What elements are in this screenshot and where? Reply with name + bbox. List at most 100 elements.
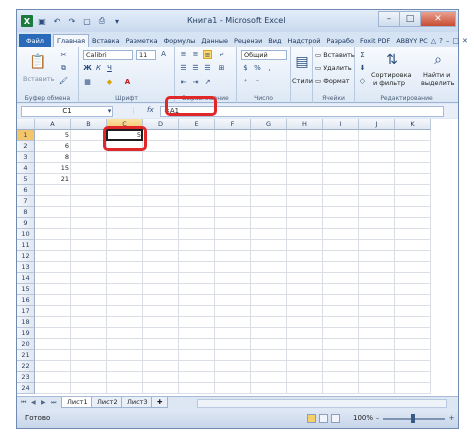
fill-icon[interactable]: ⬇ <box>358 64 367 73</box>
column-header-h[interactable]: H <box>287 119 323 130</box>
doc-minimize-icon[interactable]: – <box>446 37 450 45</box>
formula-bar-handle-icon[interactable]: ⋮ <box>129 107 138 116</box>
tab-page-layout[interactable]: Разметка <box>123 34 161 47</box>
prev-sheet-icon[interactable]: ◀ <box>31 399 36 406</box>
tab-data[interactable]: Данные <box>198 34 231 47</box>
grow-font-icon[interactable]: A <box>159 50 168 59</box>
decrease-indent-icon[interactable]: ⇤ <box>179 78 188 87</box>
tab-addins[interactable]: Надстрой <box>284 34 323 47</box>
sheet-tab-1[interactable]: Лист1 <box>61 397 94 408</box>
merge-cells-icon[interactable]: ⊞ <box>217 64 226 73</box>
column-header-a[interactable]: A <box>35 119 71 130</box>
column-header-j[interactable]: J <box>359 119 395 130</box>
redo-icon[interactable]: ↷ <box>66 15 78 27</box>
align-center-icon[interactable]: ☰ <box>191 64 200 73</box>
column-header-b[interactable]: B <box>71 119 107 130</box>
column-header-g[interactable]: G <box>251 119 287 130</box>
delete-cells-button[interactable]: ▭ Удалить <box>315 64 352 72</box>
align-left-icon[interactable]: ☰ <box>179 64 188 73</box>
styles-label[interactable]: Стили <box>292 77 313 85</box>
close-button[interactable]: ✕ <box>420 11 456 27</box>
sheet-tab-2[interactable]: Лист2 <box>91 397 124 408</box>
tab-foxit-pdf[interactable]: Foxit PDF <box>357 34 393 47</box>
row-header-15[interactable]: 15 <box>17 284 35 295</box>
row-header-1[interactable]: 1 <box>17 130 35 141</box>
align-top-icon[interactable]: ≡ <box>179 50 188 59</box>
thousands-icon[interactable]: , <box>265 64 274 73</box>
help-icon[interactable]: ? <box>439 37 443 45</box>
percent-icon[interactable]: % <box>253 64 262 73</box>
row-header-2[interactable]: 2 <box>17 141 35 152</box>
paste-label[interactable]: Вставить <box>23 75 54 83</box>
format-painter-icon[interactable]: 🖌 <box>59 77 68 86</box>
doc-restore-icon[interactable]: □ <box>452 37 459 45</box>
next-sheet-icon[interactable]: ▶ <box>41 399 46 406</box>
insert-cells-button[interactable]: ▭ Вставить <box>315 51 355 59</box>
zoom-level[interactable]: 100% <box>353 414 373 422</box>
row-header-24[interactable]: 24 <box>17 383 35 394</box>
styles-icon[interactable]: ▤ <box>293 53 311 71</box>
sort-filter-label-2[interactable]: и фильтр <box>373 79 405 87</box>
font-color-icon[interactable]: A <box>123 78 132 87</box>
row-header-9[interactable]: 9 <box>17 218 35 229</box>
font-name-combo[interactable]: Calibri <box>83 50 133 60</box>
underline-button[interactable]: Ч <box>105 64 114 73</box>
font-size-combo[interactable]: 11 <box>136 50 156 60</box>
customize-dropdown-icon[interactable]: ▾ <box>111 15 123 27</box>
fill-color-icon[interactable]: ◆ <box>105 78 114 87</box>
increase-indent-icon[interactable]: ⇥ <box>191 78 200 87</box>
page-break-view-icon[interactable] <box>331 414 340 423</box>
zoom-slider-handle[interactable] <box>411 414 415 423</box>
sort-filter-label[interactable]: Сортировка <box>371 71 412 79</box>
select-all-corner[interactable] <box>17 119 35 130</box>
row-header-14[interactable]: 14 <box>17 273 35 284</box>
undo-icon[interactable]: ↶ <box>51 15 63 27</box>
minimize-button[interactable]: – <box>378 11 400 27</box>
decrease-decimal-icon[interactable]: ⁻ <box>253 78 262 87</box>
tab-review[interactable]: Рецензи <box>231 34 265 47</box>
normal-view-icon[interactable] <box>307 414 316 423</box>
row-header-10[interactable]: 10 <box>17 229 35 240</box>
column-header-d[interactable]: D <box>143 119 179 130</box>
tab-developer[interactable]: Разрабо <box>324 34 357 47</box>
column-header-e[interactable]: E <box>179 119 215 130</box>
last-sheet-icon[interactable]: ⏭ <box>51 399 56 407</box>
horizontal-scrollbar[interactable] <box>197 399 447 408</box>
row-header-4[interactable]: 4 <box>17 163 35 174</box>
maximize-button[interactable]: □ <box>399 11 421 27</box>
sheet-tab-3[interactable]: Лист3 <box>121 397 154 408</box>
cell-a3[interactable]: 8 <box>35 152 71 163</box>
italic-button[interactable]: К <box>94 64 103 73</box>
bold-button[interactable]: Ж <box>83 64 92 73</box>
tab-formulas[interactable]: Формулы <box>161 34 199 47</box>
tab-insert[interactable]: Вставка <box>89 34 123 47</box>
row-header-16[interactable]: 16 <box>17 295 35 306</box>
zoom-in-icon[interactable]: + <box>447 414 456 423</box>
align-right-icon[interactable]: ☰ <box>203 64 212 73</box>
zoom-out-icon[interactable]: – <box>373 414 382 423</box>
paste-icon[interactable]: 📋 <box>29 53 47 71</box>
row-header-23[interactable]: 23 <box>17 372 35 383</box>
number-format-combo[interactable]: Общий <box>241 50 287 60</box>
row-header-6[interactable]: 6 <box>17 185 35 196</box>
row-header-8[interactable]: 8 <box>17 207 35 218</box>
align-bottom-icon[interactable]: ≡ <box>203 50 212 59</box>
first-sheet-icon[interactable]: ⏮ <box>21 399 26 407</box>
find-select-label-2[interactable]: выделить <box>421 79 454 87</box>
cell-a2[interactable]: 6 <box>35 141 71 152</box>
insert-sheet-icon[interactable]: ✚ <box>151 397 169 408</box>
excel-logo-icon[interactable]: X <box>21 15 33 27</box>
find-select-label[interactable]: Найти и <box>423 71 450 79</box>
cell-a4[interactable]: 15 <box>35 163 71 174</box>
row-header-13[interactable]: 13 <box>17 262 35 273</box>
column-header-i[interactable]: I <box>323 119 359 130</box>
column-header-f[interactable]: F <box>215 119 251 130</box>
increase-decimal-icon[interactable]: ⁺ <box>241 78 250 87</box>
row-header-5[interactable]: 5 <box>17 174 35 185</box>
row-header-22[interactable]: 22 <box>17 361 35 372</box>
row-header-12[interactable]: 12 <box>17 251 35 262</box>
borders-icon[interactable]: ▦ <box>83 78 92 87</box>
row-header-20[interactable]: 20 <box>17 339 35 350</box>
tab-file[interactable]: Файл <box>19 34 51 47</box>
spreadsheet-grid[interactable]: A B C D E F G H I J K 1 2 3 4 5 6 7 8 9 10 11 12 13 14 15 16 17 18 19… <box>17 119 458 396</box>
